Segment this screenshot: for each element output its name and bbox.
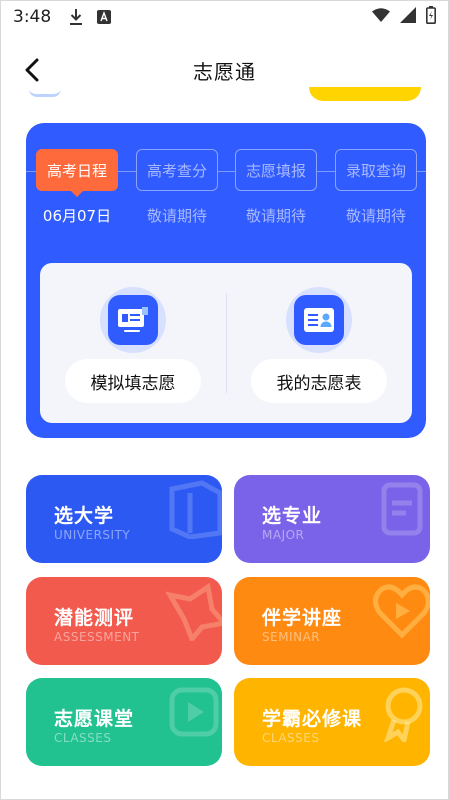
battery-charging-icon	[426, 5, 436, 29]
step-label: 志愿填报	[245, 161, 306, 180]
font-app-icon	[97, 10, 112, 24]
step-label: 录取查询	[345, 161, 406, 180]
tile-title: 志愿课堂	[54, 708, 135, 730]
icon-badge	[100, 287, 166, 353]
chevron-left-icon	[25, 58, 39, 82]
step-exam-schedule[interactable]: 高考日程	[36, 149, 118, 197]
tile-subtitle: CLASSES	[262, 731, 320, 745]
step-label: 高考查分	[146, 161, 207, 180]
tile-subtitle: UNIVERSITY	[54, 528, 131, 542]
my-applications-button[interactable]: 我的志愿表	[226, 287, 412, 417]
action-label: 模拟填志愿	[65, 359, 201, 403]
tile-title: 选大学	[54, 505, 115, 527]
status-bar: 3:48	[1, 1, 448, 33]
step-pointer	[70, 190, 84, 197]
status-right	[372, 5, 436, 29]
tile-choose-major[interactable]: 选专业 MAJOR	[234, 475, 430, 563]
step-date: 06月07日	[42, 207, 112, 225]
wifi-icon	[372, 7, 390, 27]
signal-icon	[400, 6, 416, 28]
step-admission-query[interactable]: 录取查询	[335, 149, 417, 191]
step-status: 敬请期待	[345, 207, 406, 225]
tile-title: 选专业	[262, 505, 323, 527]
back-button[interactable]	[15, 53, 49, 87]
step-status: 敬请期待	[245, 207, 306, 225]
step-label: 高考日程	[46, 161, 107, 180]
tile-subtitle: CLASSES	[54, 731, 112, 745]
tile-subtitle: SEMINAR	[262, 630, 321, 644]
tile-subtitle: MAJOR	[262, 528, 305, 542]
star-icon	[165, 582, 222, 641]
icon-badge	[286, 287, 352, 353]
medal-icon	[384, 687, 423, 742]
book-icon	[169, 480, 222, 539]
exam-schedule-card: 高考日程 高考查分 志愿填报 录取查询 06月07日 敬请期待 敬请期待 敬请期…	[26, 123, 426, 438]
step-score-query[interactable]: 高考查分	[136, 149, 218, 191]
status-time: 3:48	[13, 7, 52, 27]
tile-potential-assessment[interactable]: 潜能测评 ASSESSMENT	[26, 577, 222, 665]
form-document-icon	[108, 295, 158, 345]
play-icon	[169, 687, 219, 737]
heart-play-icon	[373, 584, 430, 639]
tile-choose-university[interactable]: 选大学 UNIVERSITY	[26, 475, 222, 563]
tile-title: 潜能测评	[54, 607, 135, 629]
quick-actions-panel: 模拟填志愿 我的志愿表	[40, 263, 412, 423]
action-label: 我的志愿表	[251, 359, 387, 403]
app-header: 志愿通	[1, 45, 448, 95]
app-screen: 3:48 志愿通 高考日程 高考查分 志愿填报 录取查询 06月07日 敬请期待…	[0, 0, 449, 800]
simulate-application-button[interactable]: 模拟填志愿	[40, 287, 226, 417]
page-title: 志愿通	[193, 59, 256, 84]
download-icon	[69, 8, 83, 26]
tile-subtitle: ASSESSMENT	[54, 630, 140, 644]
tile-top-student-course[interactable]: 学霸必修课 CLASSES	[234, 678, 430, 766]
tile-seminar[interactable]: 伴学讲座 SEMINAR	[234, 577, 430, 665]
step-status: 敬请期待	[146, 207, 207, 225]
tile-title: 伴学讲座	[262, 607, 343, 629]
profile-card-icon	[294, 295, 344, 345]
clipboard-icon	[381, 482, 423, 536]
step-application[interactable]: 志愿填报	[235, 149, 317, 191]
tile-application-class[interactable]: 志愿课堂 CLASSES	[26, 678, 222, 766]
tile-title: 学霸必修课	[262, 708, 363, 730]
